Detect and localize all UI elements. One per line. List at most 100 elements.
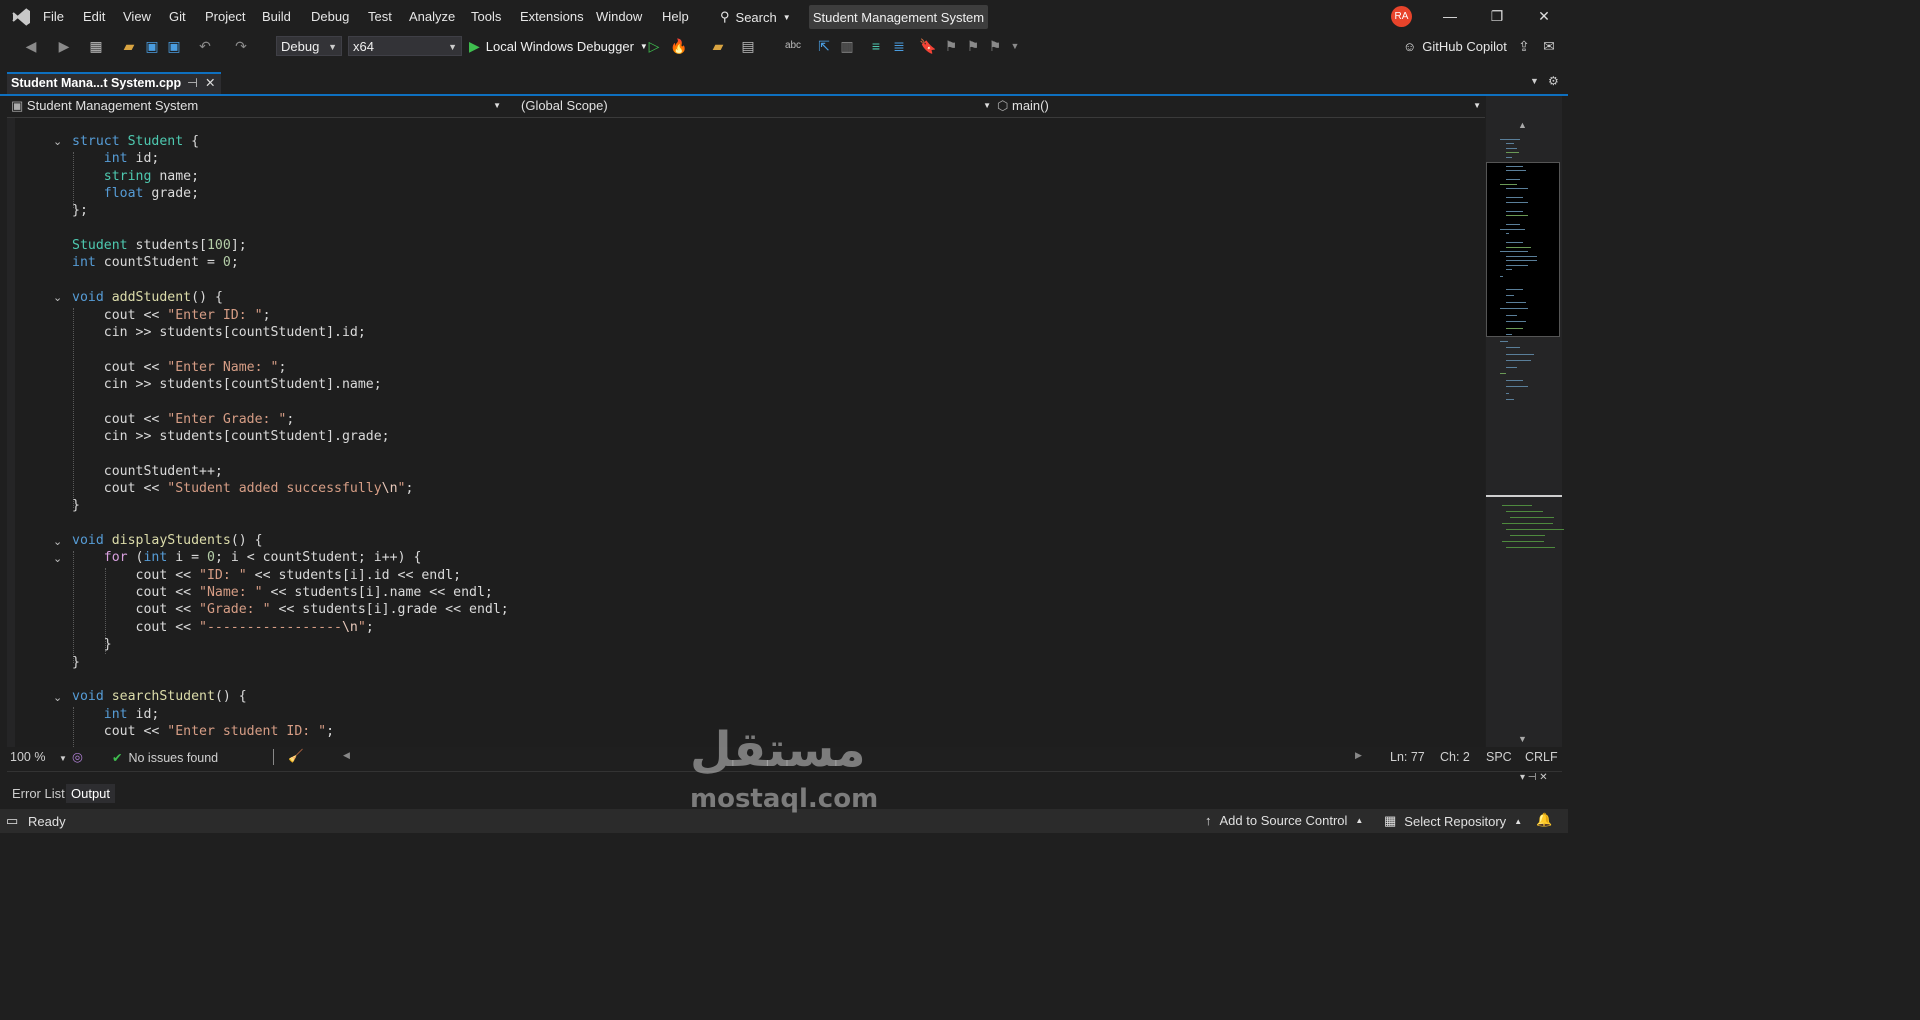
code-cleanup-icon[interactable]: 🧹 (288, 749, 304, 764)
code-line[interactable]: } (72, 636, 112, 653)
menu-item-extensions[interactable]: Extensions (520, 9, 584, 24)
scroll-up-icon[interactable]: ▲ (1518, 120, 1527, 130)
avatar[interactable]: RA (1391, 6, 1412, 27)
code-line[interactable]: cin >> students[countStudent].id; (72, 324, 366, 341)
cursor-select-icon[interactable]: ⇱ (815, 37, 833, 55)
code-line[interactable]: }; (72, 202, 88, 219)
code-line[interactable]: cout << "-----------------\n"; (72, 619, 374, 636)
code-line[interactable]: void addStudent() { (72, 289, 223, 306)
code-editor[interactable]: ⌄ ⌄ ⌄ ⌄ ⌄ struct Student { int id; strin… (7, 118, 1485, 747)
menu-item-help[interactable]: Help (662, 9, 689, 24)
menu-item-analyze[interactable]: Analyze (409, 9, 455, 24)
bookmark-icon[interactable]: 🔖 (919, 37, 937, 55)
hot-reload-icon[interactable]: 🔥 (670, 37, 688, 55)
vs-logo-icon[interactable] (10, 6, 32, 28)
scroll-left-icon[interactable]: ◀ (343, 750, 350, 761)
tab-error-list[interactable]: Error List (12, 786, 65, 801)
menu-item-build[interactable]: Build (262, 9, 291, 24)
code-line[interactable]: cout << "Grade: " << students[i].grade <… (72, 601, 509, 618)
code-line[interactable]: struct Student { (72, 133, 199, 150)
start-without-debugging-icon[interactable]: ▷ (645, 37, 663, 55)
step-icon[interactable]: ▥ (838, 37, 856, 55)
menu-item-test[interactable]: Test (368, 9, 392, 24)
platform-dropdown[interactable]: x64 ▼ (348, 36, 462, 56)
open-folder-icon[interactable]: ▰ (120, 37, 138, 55)
next-bookmark-icon[interactable]: ⚑ (964, 37, 982, 55)
project-dropdown[interactable]: ▣ Student Management System ▼ (11, 96, 501, 116)
code-line[interactable]: cout << "ID: " << students[i].id << endl… (72, 567, 462, 584)
restore-icon[interactable]: ❐ (1487, 8, 1507, 26)
github-copilot-button[interactable]: ☺ GitHub Copilot (1403, 37, 1507, 55)
forward-icon[interactable]: ▶ (55, 37, 73, 55)
intellicode-icon[interactable]: ◎ (72, 749, 83, 764)
code-line[interactable]: countStudent++; (72, 463, 223, 480)
indent-icon[interactable]: ≡ (867, 37, 885, 55)
code-line[interactable]: cout << "Enter Name: "; (72, 359, 287, 376)
code-line[interactable]: float grade; (72, 185, 199, 202)
folder-icon[interactable]: ▰ (709, 37, 727, 55)
notification-box-icon[interactable]: ▭ (6, 813, 18, 829)
menu-item-tools[interactable]: Tools (471, 9, 501, 24)
menu-item-edit[interactable]: Edit (83, 9, 105, 24)
fold-chevron-icon[interactable]: ⌄ (53, 536, 65, 548)
pin-icon[interactable]: ⊣ (187, 74, 198, 93)
tab-student-management-cpp[interactable]: Student Mana...t System.cpp ⊣ ✕ (7, 72, 221, 94)
whitespace-indicator[interactable]: SPC (1486, 750, 1512, 764)
menu-item-debug[interactable]: Debug (311, 9, 349, 24)
menu-item-view[interactable]: View (123, 9, 151, 24)
tab-list-chevron-icon[interactable]: ▼ (1530, 76, 1539, 86)
outdent-icon[interactable]: ≣ (890, 37, 908, 55)
code-line[interactable]: int id; (72, 706, 160, 723)
share-icon[interactable]: ⇪ (1515, 37, 1533, 55)
code-line[interactable]: void searchStudent() { (72, 688, 247, 705)
code-line[interactable]: cout << "Enter student ID: "; (72, 723, 334, 740)
line-indicator[interactable]: Ln: 77 (1390, 750, 1425, 764)
select-repository-button[interactable]: ▦ Select Repository ▲ (1384, 813, 1522, 829)
code-line[interactable]: for (int i = 0; i < countStudent; i++) { (72, 549, 422, 566)
menu-item-git[interactable]: Git (169, 9, 186, 24)
scroll-right-icon[interactable]: ▶ (1355, 750, 1362, 761)
code-line[interactable]: Student students[100]; (72, 237, 247, 254)
panel-options-icon[interactable]: ▾ ⊣ ✕ (1520, 772, 1548, 783)
feedback-icon[interactable]: ✉ (1540, 37, 1558, 55)
search-button[interactable]: ⚲ Search ▼ (720, 5, 791, 29)
code-line[interactable]: cout << "Enter Grade: "; (72, 411, 295, 428)
fold-chevron-icon[interactable]: ⌄ (53, 692, 65, 704)
scroll-down-icon[interactable]: ▼ (1518, 734, 1527, 744)
menu-item-project[interactable]: Project (205, 9, 245, 24)
fold-chevron-icon[interactable]: ⌄ (53, 136, 65, 148)
code-line[interactable]: void displayStudents() { (72, 532, 263, 549)
window-layout-icon[interactable]: ▤ (739, 37, 757, 55)
code-line[interactable]: int id; (72, 150, 160, 167)
scope-dropdown[interactable]: (Global Scope) ▼ (521, 96, 991, 116)
undo-icon[interactable]: ↶ (196, 37, 214, 55)
start-debugging-button[interactable]: ▶ Local Windows Debugger ▼ (469, 37, 648, 55)
zoom-dropdown[interactable]: 100 % ▼ (10, 750, 67, 764)
menu-item-window[interactable]: Window (596, 9, 642, 24)
code-line[interactable]: cout << "Name: " << students[i].name << … (72, 584, 493, 601)
code-line[interactable]: cin >> students[countStudent].grade; (72, 428, 390, 445)
clear-bookmarks-icon[interactable]: ⚑ (986, 37, 1004, 55)
back-icon[interactable]: ◀ (22, 37, 40, 55)
fold-chevron-icon[interactable]: ⌄ (53, 553, 65, 565)
notifications-bell-icon[interactable]: 🔔 (1536, 812, 1552, 828)
menu-item-file[interactable]: File (43, 9, 64, 24)
add-to-source-control-button[interactable]: ↑ Add to Source Control ▲ (1205, 813, 1363, 828)
code-line[interactable]: cout << "Enter ID: "; (72, 307, 271, 324)
issues-indicator[interactable]: ✔ No issues found (112, 750, 218, 766)
code-line[interactable]: int countStudent = 0; (72, 254, 239, 271)
member-dropdown[interactable]: ⬡ main() ▼ (997, 96, 1481, 116)
save-icon[interactable]: ▣ (143, 37, 161, 55)
gear-icon[interactable]: ⚙ (1548, 74, 1559, 88)
code-line[interactable]: } (72, 497, 80, 514)
tab-output[interactable]: Output (66, 784, 116, 803)
spell-check-icon[interactable]: abc (784, 37, 802, 55)
code-line[interactable]: } (72, 654, 80, 671)
fold-chevron-icon[interactable]: ⌄ (53, 292, 65, 304)
prev-bookmark-icon[interactable]: ⚑ (942, 37, 960, 55)
close-icon[interactable]: ✕ (205, 74, 215, 93)
code-line[interactable]: string name; (72, 168, 199, 185)
overflow-icon[interactable]: ▼ (1006, 37, 1024, 55)
line-ending-indicator[interactable]: CRLF (1525, 750, 1558, 764)
configuration-dropdown[interactable]: Debug ▼ (276, 36, 342, 56)
